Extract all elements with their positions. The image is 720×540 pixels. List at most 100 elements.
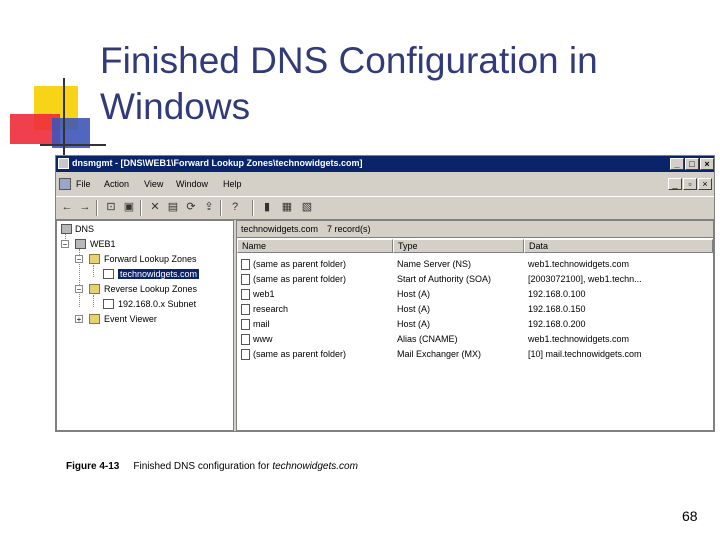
page-number: 68 — [682, 508, 698, 524]
table-row[interactable]: research Host (A) 192.168.0.150 — [237, 302, 713, 317]
table-row[interactable]: (same as parent folder) Mail Exchanger (… — [237, 347, 713, 362]
console-icon[interactable] — [59, 178, 71, 190]
properties-icon[interactable]: ▤ — [166, 200, 180, 214]
record-icon — [241, 334, 250, 345]
toolbar: ← → ⊡ ▣ ✕ ▤ ⟳ ⇪ ? ▮ ▦ ▧ — [56, 196, 714, 220]
record-icon — [241, 259, 250, 270]
tree-node-reverse-zones[interactable]: Reverse Lookup Zones — [104, 284, 197, 294]
record-data: web1.technowidgets.com — [528, 334, 630, 344]
menu-action[interactable]: Action — [104, 179, 129, 189]
zone-icon — [103, 299, 114, 309]
tree-node-event-viewer[interactable]: Event Viewer — [104, 314, 157, 324]
figure-label: Figure 4-13 — [66, 461, 120, 472]
slide-title-line2: Windows — [100, 86, 251, 127]
record-name: web1 — [253, 289, 275, 299]
up-icon[interactable]: ⊡ — [104, 200, 118, 214]
figure-caption: Figure 4-13 Finished DNS configuration fo… — [66, 461, 358, 472]
slide-title: Finished DNS Configuration in Windows — [100, 38, 700, 130]
record-name: research — [253, 304, 289, 314]
tree-node-technowidgets[interactable]: technowidgets.com — [118, 269, 200, 279]
folder-icon — [89, 314, 100, 324]
help-icon[interactable]: ? — [228, 200, 242, 214]
record-type: Host (A) — [397, 304, 431, 314]
refresh-icon[interactable]: ⟳ — [184, 200, 198, 214]
toolbar-separator — [252, 200, 254, 216]
table-row[interactable]: mail Host (A) 192.168.0.200 — [237, 317, 713, 332]
tree-node-dns[interactable]: DNS — [75, 224, 94, 234]
minimize-button[interactable]: _ — [670, 158, 684, 170]
export-icon[interactable]: ⇪ — [202, 200, 216, 214]
slide-title-line1: Finished DNS Configuration in — [100, 40, 598, 81]
console-tree: DNS − WEB1 − Forward Lookup Zones techno… — [56, 220, 234, 431]
forward-icon[interactable]: → — [78, 200, 92, 214]
folder-icon — [89, 284, 100, 294]
logo-vertical-line — [63, 78, 65, 164]
delete-icon[interactable]: ✕ — [148, 200, 162, 214]
list-zone-name: technowidgets.com — [241, 224, 319, 234]
record-name: mail — [253, 319, 270, 329]
menu-window[interactable]: Window — [176, 179, 208, 189]
toolbar-separator — [96, 200, 98, 216]
menu-view[interactable]: View — [144, 179, 163, 189]
table-row[interactable]: www Alias (CNAME) web1.technowidgets.com — [237, 332, 713, 347]
menu-help[interactable]: Help — [223, 179, 242, 189]
record-type: Name Server (NS) — [397, 259, 472, 269]
record-data: 192.168.0.200 — [528, 319, 586, 329]
show-tree-icon[interactable]: ▣ — [122, 200, 136, 214]
record-icon — [241, 304, 250, 315]
column-header-data[interactable]: Data — [524, 239, 713, 253]
child-minimize-button[interactable]: _ — [668, 178, 682, 190]
toolbar-separator — [140, 200, 142, 216]
app-icon — [58, 158, 69, 169]
table-row[interactable]: (same as parent folder) Name Server (NS)… — [237, 257, 713, 272]
record-data: web1.technowidgets.com — [528, 259, 630, 269]
menu-file[interactable]: File — [76, 179, 91, 189]
tree-node-web1[interactable]: WEB1 — [90, 239, 116, 249]
record-data: 192.168.0.150 — [528, 304, 586, 314]
restore-button[interactable]: □ — [685, 158, 699, 170]
child-close-button[interactable]: × — [698, 178, 712, 190]
window-titlebar[interactable]: dnsmgmt - [DNS\WEB1\Forward Lookup Zones… — [56, 156, 714, 172]
zone-icon — [103, 269, 114, 279]
caption-text: Finished DNS configuration for — [133, 461, 273, 472]
record-name: (same as parent folder) — [253, 259, 347, 269]
record-name: (same as parent folder) — [253, 274, 347, 284]
table-row[interactable]: (same as parent folder) Start of Authori… — [237, 272, 713, 287]
tree-node-subnet[interactable]: 192.168.0.x Subnet — [118, 299, 196, 309]
column-header-type[interactable]: Type — [393, 239, 524, 253]
record-count: 7 record(s) — [327, 224, 371, 234]
record-icon — [241, 289, 250, 300]
server-icon[interactable]: ▮ — [260, 200, 274, 214]
column-header-name[interactable]: Name — [237, 239, 393, 253]
caption-emphasis: technowidgets.com — [272, 461, 358, 472]
list-header: technowidgets.com 7 record(s) — [237, 221, 713, 238]
records-list: technowidgets.com 7 record(s) Name Type … — [236, 220, 714, 431]
window-title: dnsmgmt - [DNS\WEB1\Forward Lookup Zones… — [72, 158, 363, 168]
record-type: Mail Exchanger (MX) — [397, 349, 482, 359]
child-restore-button[interactable]: ▫ — [683, 178, 697, 190]
back-icon[interactable]: ← — [60, 200, 74, 214]
tree-line — [93, 265, 94, 277]
record-data: [2003072100], web1.techn... — [528, 274, 642, 284]
record-icon[interactable]: ▧ — [300, 200, 314, 214]
menu-bar: File Action View Window Help _ ▫ × — [56, 175, 714, 193]
record-data: [10] mail.technowidgets.com — [528, 349, 642, 359]
zone-icon[interactable]: ▦ — [280, 200, 294, 214]
record-data: 192.168.0.100 — [528, 289, 586, 299]
collapse-icon[interactable]: − — [61, 240, 69, 249]
table-row[interactable]: web1 Host (A) 192.168.0.100 — [237, 287, 713, 302]
server-icon — [75, 239, 86, 249]
record-name: www — [253, 334, 273, 344]
collapse-icon[interactable]: − — [75, 255, 83, 264]
record-name: (same as parent folder) — [253, 349, 347, 359]
close-button[interactable]: × — [700, 158, 714, 170]
record-type: Alias (CNAME) — [397, 334, 458, 344]
collapse-icon[interactable]: − — [75, 285, 83, 294]
record-type: Start of Authority (SOA) — [397, 274, 492, 284]
folder-icon — [89, 254, 100, 264]
tree-node-forward-zones[interactable]: Forward Lookup Zones — [104, 254, 197, 264]
dns-manager-window: dnsmgmt - [DNS\WEB1\Forward Lookup Zones… — [55, 155, 715, 432]
record-icon — [241, 319, 250, 330]
record-icon — [241, 349, 250, 360]
expand-icon[interactable]: + — [75, 315, 83, 324]
